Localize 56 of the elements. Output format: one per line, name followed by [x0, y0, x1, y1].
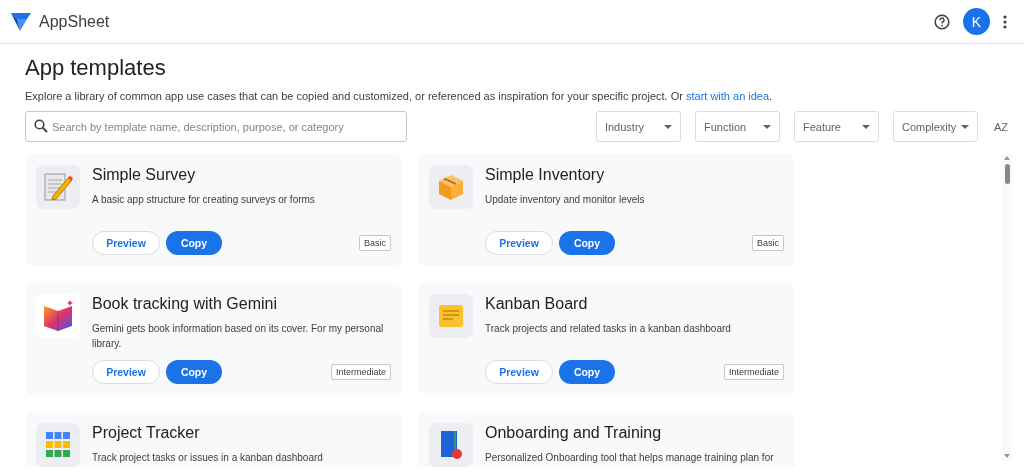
filter-dropdown[interactable]: Feature — [793, 111, 879, 142]
app-name: AppSheet — [39, 12, 110, 31]
grid-icon — [45, 431, 71, 459]
caret-icon — [960, 124, 969, 129]
book-icon — [42, 299, 74, 333]
caret-icon — [762, 124, 771, 129]
template-description: Gemini gets book information based on its cover. For my personal library. — [92, 322, 385, 351]
complexity-tag: Intermediate — [723, 364, 784, 380]
preview-button[interactable]: Preview — [92, 360, 160, 384]
scroll-up-icon[interactable] — [1004, 156, 1010, 160]
template-description: Track projects and related tasks in a kanban dashboard — [485, 322, 732, 336]
template-description: Personalized Onboarding tool that helps manage training plan for — [485, 451, 775, 465]
template-description: Track project tasks or issues in a kanban dashboard — [92, 451, 324, 465]
sticky-note-icon — [438, 303, 464, 329]
filter-dropdown[interactable]: Industry — [595, 111, 681, 142]
search-field[interactable]: Search by template name, description, purpose, or category — [25, 111, 407, 142]
template-title: Onboarding and Training — [485, 424, 663, 442]
scroll-down-icon[interactable] — [1004, 454, 1010, 458]
complexity-tag: Basic — [359, 235, 391, 251]
box-icon — [436, 172, 466, 202]
complexity-tag: Intermediate — [330, 364, 391, 380]
search-icon — [34, 119, 48, 133]
template-title: Project Tracker — [92, 424, 201, 442]
sort-alphabetical-button[interactable]: AZ — [991, 116, 1010, 137]
preview-button[interactable]: Preview — [485, 231, 553, 255]
template-title: Simple Survey — [92, 166, 197, 184]
caret-icon — [663, 124, 672, 129]
template-card[interactable]: Simple Inventory Update inventory and monitor levels Preview Copy Basic — [418, 154, 795, 266]
complexity-tag: Basic — [752, 235, 784, 251]
user-avatar[interactable]: K — [963, 8, 990, 35]
template-title: Book tracking with Gemini — [92, 295, 278, 313]
template-card[interactable]: Project Tracker Track project tasks or issues in a kanban dashboard — [25, 412, 402, 467]
preview-button[interactable]: Preview — [485, 360, 553, 384]
preview-button[interactable]: Preview — [92, 231, 160, 255]
template-card[interactable]: Simple Survey A basic app structure for creating surveys or forms Preview Copy Basic — [25, 154, 402, 266]
copy-button[interactable]: Copy — [559, 231, 615, 255]
scrollbar[interactable] — [1002, 154, 1012, 460]
scrollbar-thumb[interactable] — [1004, 164, 1010, 184]
page-title: App templates — [25, 55, 167, 81]
template-description: Update inventory and monitor levels — [485, 193, 646, 207]
filter-dropdown[interactable]: Complexity — [892, 111, 978, 142]
template-card[interactable]: Book tracking with Gemini Gemini gets book information based on its cover. For my personal library. Preview Copy Intermediate — [25, 283, 402, 395]
template-title: Simple Inventory — [485, 166, 606, 184]
template-title: Kanban Board — [485, 295, 589, 313]
template-card[interactable]: Onboarding and Training Personalized Onboarding tool that helps manage training plan for — [418, 412, 795, 467]
caret-icon — [861, 124, 870, 129]
filter-dropdown[interactable]: Function — [694, 111, 780, 142]
binder-icon — [438, 430, 464, 460]
copy-button[interactable]: Copy — [166, 231, 222, 255]
copy-button[interactable]: Copy — [559, 360, 615, 384]
template-description: A basic app structure for creating surveys or forms — [92, 193, 316, 207]
logo-icon — [10, 11, 32, 32]
page-description: Explore a library of common app use cases that can be copied and customized, or referenced as inspiration for your specific project. Or start with an idea. — [25, 90, 774, 102]
template-card[interactable]: Kanban Board Track projects and related tasks in a kanban dashboard Preview Copy Intermediate — [418, 283, 795, 395]
notepad-pencil-icon — [43, 171, 73, 203]
copy-button[interactable]: Copy — [166, 360, 222, 384]
